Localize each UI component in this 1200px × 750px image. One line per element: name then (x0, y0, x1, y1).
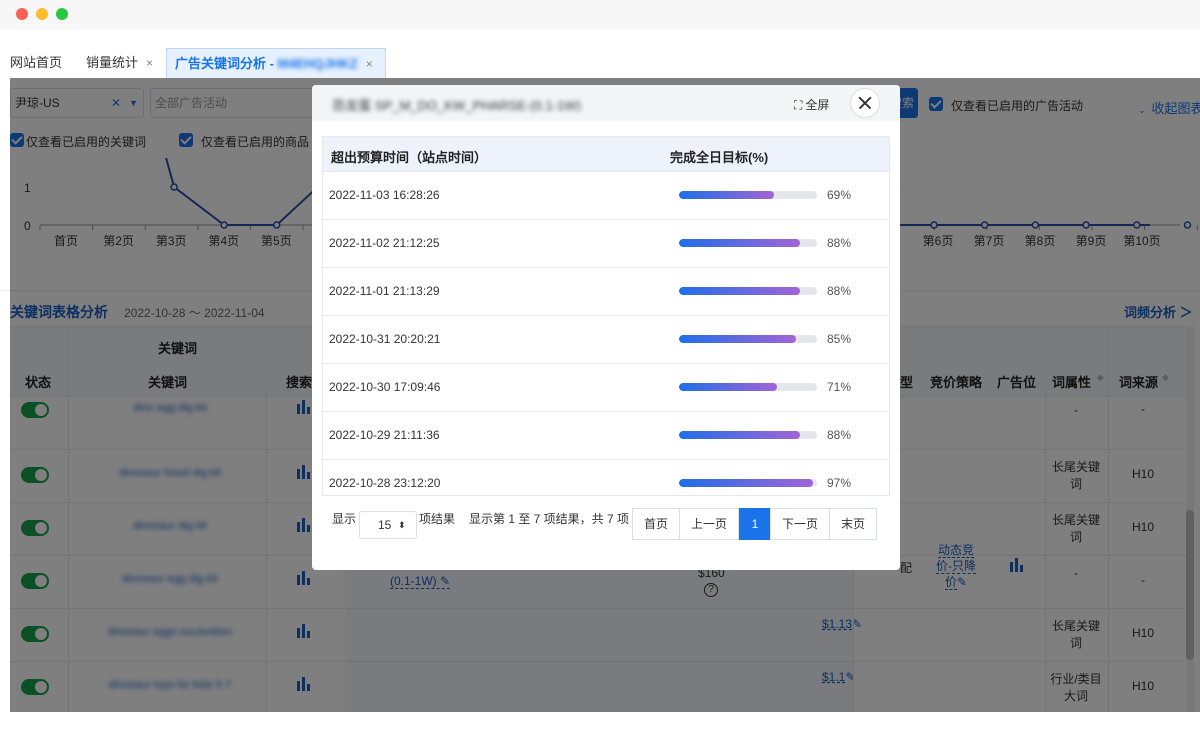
last-page-button[interactable]: 末页 (829, 508, 877, 540)
first-page-button[interactable]: 首页 (632, 508, 680, 540)
goal-percent: 85% (827, 332, 852, 346)
exceed-table: 超出预算时间（站点时间） 完成全日目标(%) 2022-11-03 16:28:… (322, 136, 890, 496)
table-row: 2022-11-02 21:12:25 88% (323, 219, 889, 267)
close-icon[interactable]: × (146, 56, 153, 70)
exceed-table-header: 超出预算时间（站点时间） 完成全日目标(%) (323, 137, 889, 171)
exceed-time: 2022-10-29 21:11:36 (329, 428, 440, 442)
exceed-time: 2022-11-01 21:13:29 (329, 284, 440, 298)
goal-progress-bar (679, 479, 817, 487)
modal-header: 恐龙蛋 SP_M_DO_KW_PHARSE-(0.1-1W) ⛶ 全屏 (312, 85, 900, 121)
app-window: 网站首页 销量统计× 广告关键词分析 - M4EHQJHKZ× 尹琼-US ✕ … (0, 0, 1200, 750)
table-row: 2022-11-01 21:13:29 88% (323, 267, 889, 315)
table-row: 2022-10-29 21:11:36 88% (323, 411, 889, 459)
expand-icon: ⛶ (794, 98, 803, 112)
goal-percent: 88% (827, 428, 852, 442)
tab-home[interactable]: 网站首页 (2, 48, 70, 78)
progress-fill (679, 239, 801, 247)
goal-progress-bar (679, 383, 817, 391)
goal-percent: 69% (827, 188, 852, 202)
page-size-prefix: 显示 (332, 512, 357, 526)
exceed-time: 2022-11-02 21:12:25 (329, 236, 440, 250)
goal-percent: 88% (827, 284, 852, 298)
page-size-select[interactable]: 15 ⬍ (359, 511, 417, 539)
progress-fill (679, 335, 797, 343)
goal-percent: 71% (827, 380, 852, 394)
fullscreen-button[interactable]: ⛶ 全屏 (794, 96, 829, 113)
close-icon[interactable]: × (366, 57, 373, 71)
goal-progress-bar (679, 191, 817, 199)
table-row: 2022-10-30 17:09:46 71% (323, 363, 889, 411)
progress-fill (679, 287, 801, 295)
title-bar (0, 0, 1200, 30)
tab-bar: 网站首页 销量统计 × 广告关键词分析 - M4EHQJHKZ × (0, 48, 1200, 78)
minimize-window-dot[interactable] (36, 8, 48, 20)
modal-title: 恐龙蛋 SP_M_DO_KW_PHARSE-(0.1-1W) (332, 98, 581, 113)
goal-percent: 88% (827, 236, 852, 250)
progress-fill (679, 383, 777, 391)
table-row: 2022-11-03 16:28:26 69% (323, 171, 889, 219)
close-window-dot[interactable] (16, 8, 28, 20)
col-exceed-time: 超出预算时间（站点时间） (331, 150, 488, 165)
goal-percent: 97% (827, 476, 852, 490)
goal-progress-bar (679, 335, 817, 343)
col-goal-pct: 完成全日目标(%) (670, 150, 769, 165)
prev-page-button[interactable]: 上一页 (679, 508, 739, 540)
budget-exceed-modal: 恐龙蛋 SP_M_DO_KW_PHARSE-(0.1-1W) ⛶ 全屏 超出预算时间… (312, 85, 900, 570)
progress-fill (679, 431, 801, 439)
tab-sales-stats[interactable]: 销量统计 × (78, 48, 161, 78)
exceed-time: 2022-10-30 17:09:46 (329, 380, 441, 394)
tab-ad-keyword-analysis[interactable]: 广告关键词分析 - M4EHQJHKZ × (166, 48, 386, 78)
close-modal-button[interactable] (850, 88, 880, 118)
goal-progress-bar (679, 239, 817, 247)
table-row: 2022-10-28 23:12:20 97% (323, 459, 889, 507)
exceed-time: 2022-10-31 20:20:21 (329, 332, 441, 346)
maximize-window-dot[interactable] (56, 8, 68, 20)
goal-progress-bar (679, 431, 817, 439)
next-page-button[interactable]: 下一页 (770, 508, 830, 540)
page-size-unit: 项结果 (419, 512, 456, 526)
table-row: 2022-10-31 20:20:21 85% (323, 315, 889, 363)
result-summary: 显示第 1 至 7 项结果，共 7 项 (469, 512, 630, 526)
stepper-icon: ⬍ (398, 520, 406, 530)
page-1-button[interactable]: 1 (739, 508, 771, 540)
progress-fill (679, 479, 813, 487)
exceed-time: 2022-11-03 16:28:26 (329, 188, 440, 202)
exceed-time: 2022-10-28 23:12:20 (329, 476, 441, 490)
progress-fill (679, 191, 775, 199)
goal-progress-bar (679, 287, 817, 295)
